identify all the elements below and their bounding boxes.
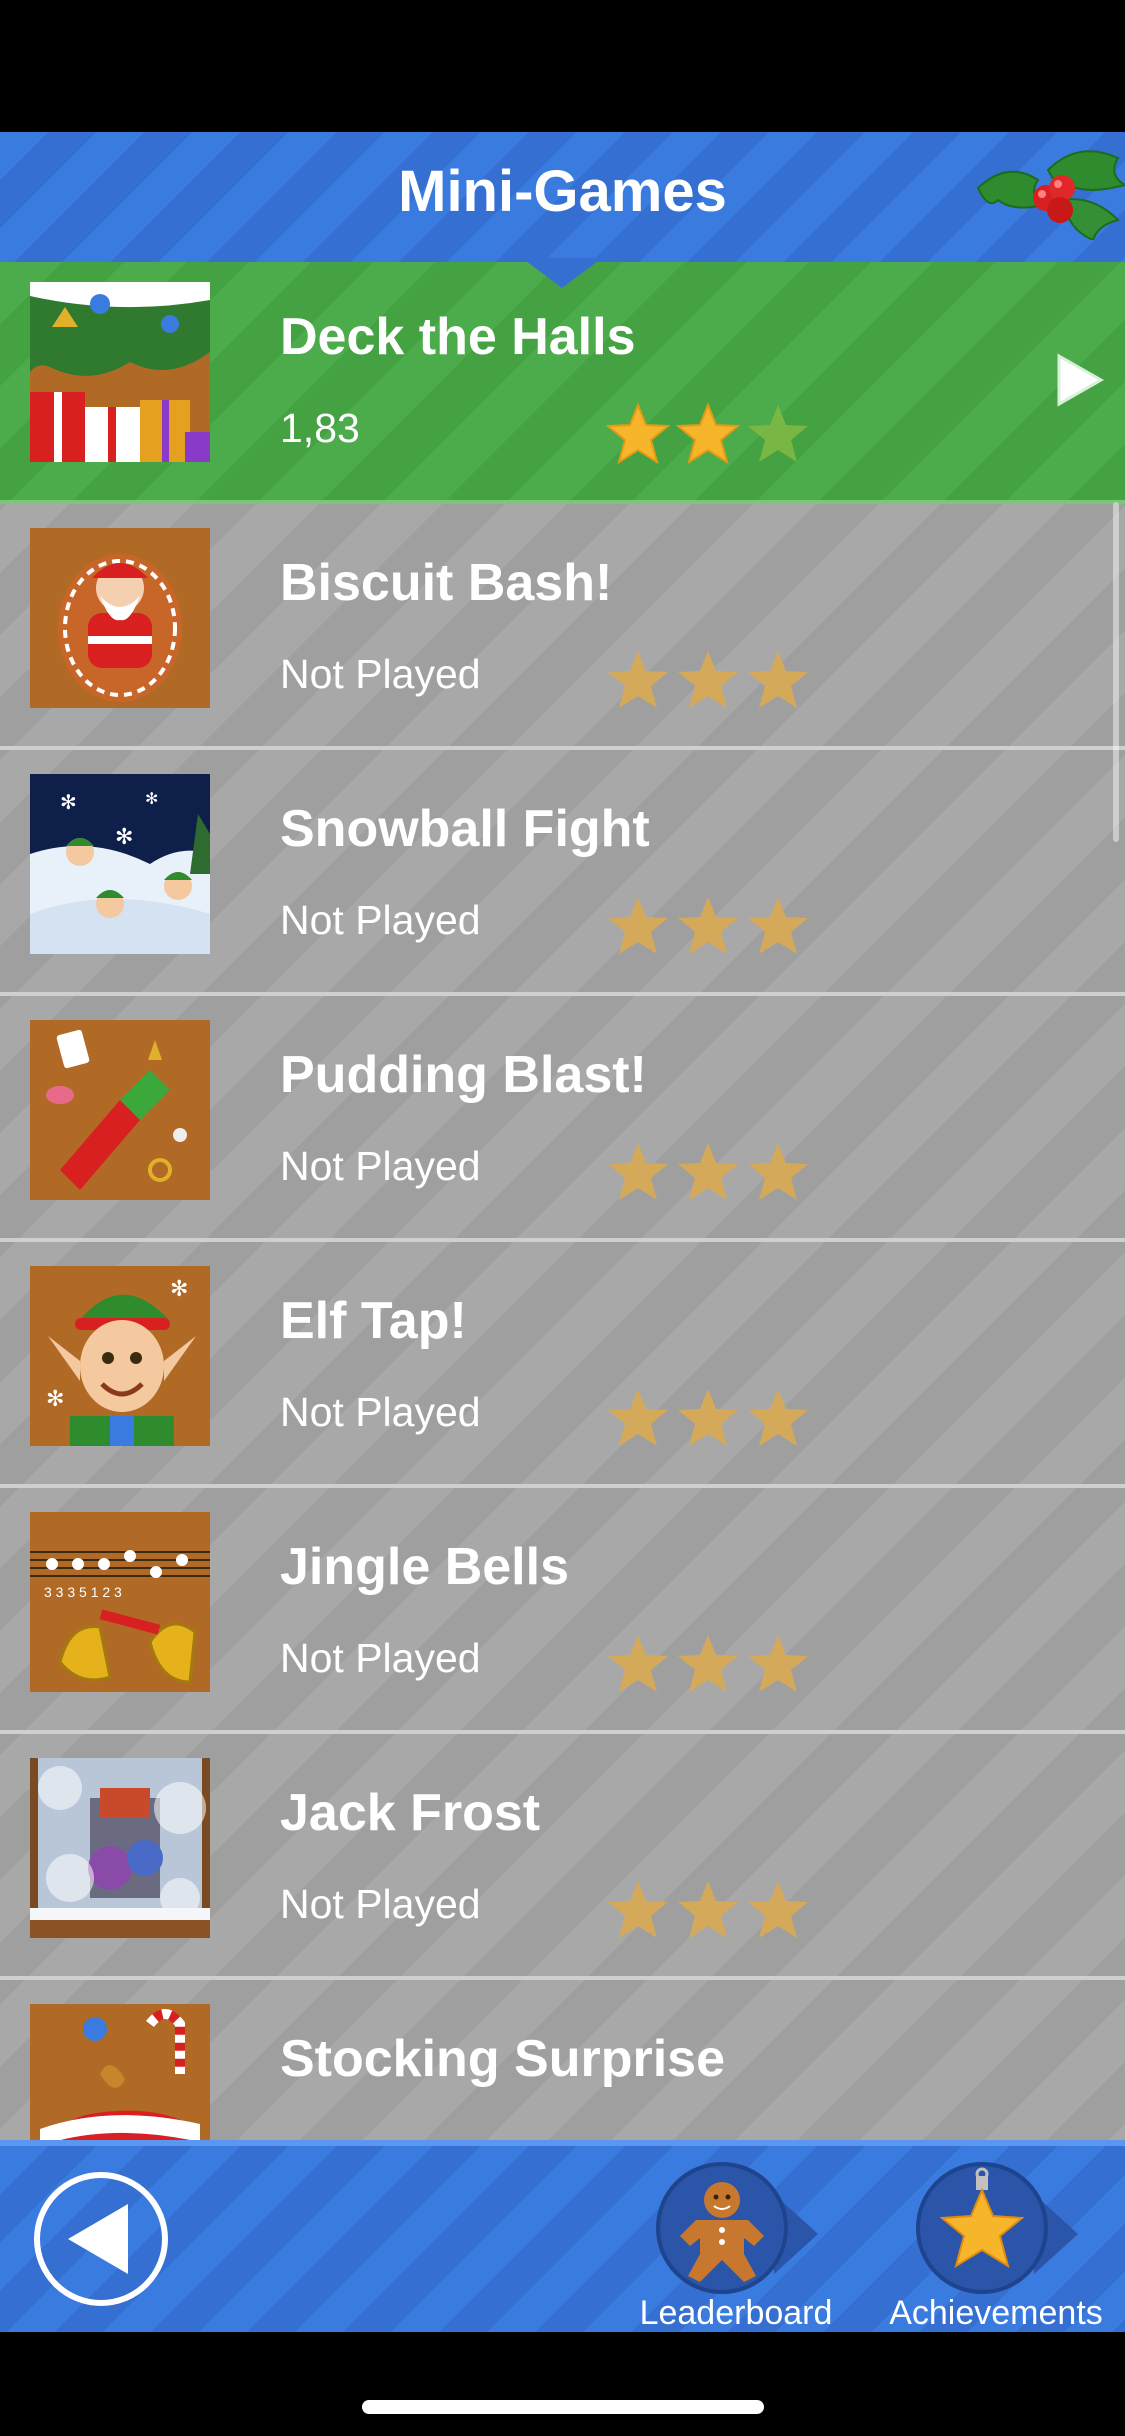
header-notch	[522, 258, 602, 288]
game-row-pudding-blast[interactable]: Pudding Blast! Not Played	[0, 1000, 1125, 1242]
svg-text:✻: ✻	[145, 791, 158, 808]
status-bar	[0, 0, 1125, 132]
game-title: Deck the Halls	[280, 308, 636, 366]
star-icon	[748, 1143, 808, 1200]
star-icon	[748, 651, 808, 708]
star-icon	[608, 651, 668, 708]
game-score: Not Played	[280, 1143, 481, 1189]
game-row-snowball-fight[interactable]: ✻ ✻ ✻ Snowball Fight Not Played	[0, 754, 1125, 996]
star-icon	[678, 1143, 738, 1200]
game-row-deck-the-halls[interactable]: Deck the Halls 1,83	[0, 262, 1125, 504]
game-row-jingle-bells[interactable]: 3 3 3 5 1 2 3 Jingle Bells Not Played	[0, 1492, 1125, 1734]
page-title: Mini-Games	[398, 159, 727, 224]
svg-text:✻: ✻	[170, 1276, 188, 1301]
game-title: Snowball Fight	[280, 800, 650, 858]
star-rating	[606, 894, 816, 958]
game-score: Not Played	[280, 897, 481, 943]
star-rating	[606, 1386, 816, 1450]
star-icon	[608, 897, 668, 954]
jack-frost-thumbnail	[30, 1758, 210, 1938]
star-icon	[676, 402, 740, 465]
back-button[interactable]	[34, 2172, 168, 2306]
snowball-fight-thumbnail: ✻ ✻ ✻	[30, 774, 210, 954]
game-row-biscuit-bash[interactable]: Biscuit Bash! Not Played	[0, 508, 1125, 750]
achievements-label: Achievements	[889, 2294, 1103, 2332]
elf-tap-thumbnail: ✻ ✻	[30, 1266, 210, 1446]
biscuit-bash-thumbnail	[30, 528, 210, 708]
star-icon	[678, 897, 738, 954]
game-title: Elf Tap!	[280, 1292, 467, 1350]
game-score: Not Played	[280, 1635, 481, 1681]
leaderboard-button[interactable]: Leaderboard	[636, 2154, 836, 2334]
game-score: Not Played	[280, 1389, 481, 1435]
home-indicator[interactable]	[362, 2400, 764, 2414]
home-area	[0, 2332, 1125, 2436]
star-rating	[606, 1878, 816, 1942]
svg-text:✻: ✻	[46, 1386, 64, 1411]
star-icon	[608, 1389, 668, 1446]
star-rating	[606, 402, 816, 466]
game-row-jack-frost[interactable]: Jack Frost Not Played	[0, 1738, 1125, 1980]
game-title: Biscuit Bash!	[280, 554, 613, 612]
game-title: Jack Frost	[280, 1784, 541, 1842]
game-row-stocking-surprise[interactable]: Stocking Surprise	[0, 1984, 1125, 2140]
game-title: Jingle Bells	[280, 1538, 569, 1596]
star-icon	[678, 651, 738, 708]
leaderboard-label: Leaderboard	[639, 2294, 833, 2332]
svg-text:✻: ✻	[115, 824, 133, 849]
svg-text:3 3 3 5 1 2 3: 3 3 3 5 1 2 3	[44, 1584, 122, 1600]
achievements-button[interactable]: Achievements	[889, 2154, 1103, 2334]
scroll-indicator[interactable]	[1113, 502, 1119, 842]
star-icon	[678, 1389, 738, 1446]
star-icon	[748, 1881, 808, 1938]
header: Mini-Games	[0, 132, 1125, 270]
holly-icon	[976, 150, 1125, 240]
leaderboard-circle	[656, 2162, 788, 2294]
game-title: Pudding Blast!	[280, 1046, 647, 1104]
star-rating	[606, 1632, 816, 1696]
game-score: Not Played	[280, 651, 481, 697]
star-ornament-icon	[939, 2167, 1025, 2269]
back-arrow-icon	[68, 2204, 128, 2274]
star-icon	[678, 1881, 738, 1938]
gingerbread-man-icon	[680, 2182, 764, 2282]
pudding-blast-thumbnail	[30, 1020, 210, 1200]
game-row-elf-tap[interactable]: ✻ ✻ Elf Tap! Not Played	[0, 1246, 1125, 1488]
star-icon	[748, 897, 808, 954]
game-score: Not Played	[280, 1881, 481, 1927]
star-icon	[606, 402, 670, 465]
star-rating	[606, 648, 816, 712]
star-icon	[748, 1389, 808, 1446]
star-icon	[608, 1635, 668, 1692]
star-icon	[608, 1143, 668, 1200]
achievements-circle	[916, 2162, 1048, 2294]
games-list[interactable]: Deck the Halls 1,83 Biscuit Bash! Not Pl…	[0, 262, 1125, 2140]
star-icon	[748, 1635, 808, 1692]
star-rating	[606, 1140, 816, 1204]
game-score: 1,83	[280, 405, 360, 451]
jingle-bells-thumbnail: 3 3 3 5 1 2 3	[30, 1512, 210, 1692]
stocking-surprise-thumbnail	[30, 2004, 210, 2140]
deck-the-halls-thumbnail	[30, 282, 210, 462]
star-icon	[748, 405, 808, 462]
svg-text:✻: ✻	[60, 792, 77, 814]
game-title: Stocking Surprise	[280, 2030, 725, 2088]
star-icon	[608, 1881, 668, 1938]
star-icon	[678, 1635, 738, 1692]
play-arrow-icon[interactable]	[1055, 352, 1105, 408]
bottom-bar: Leaderboard Achievements	[0, 2140, 1125, 2332]
